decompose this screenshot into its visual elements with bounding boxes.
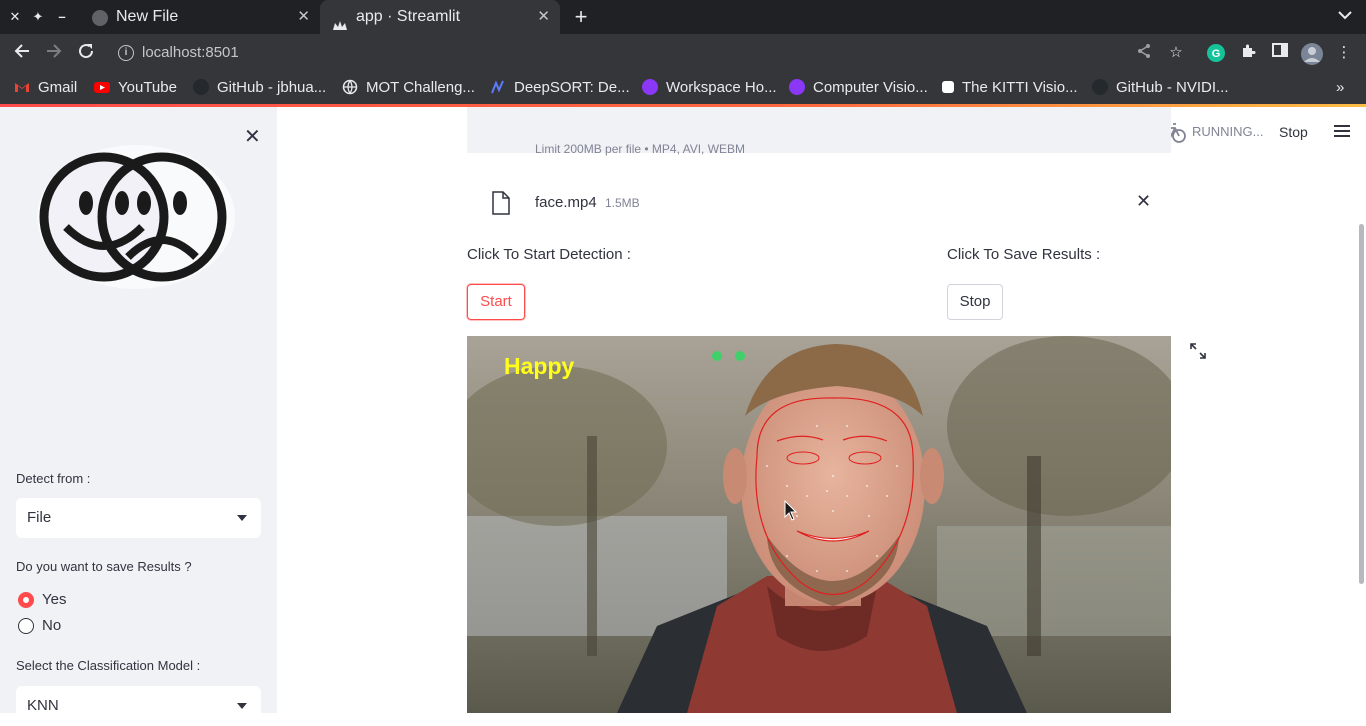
classification-model-select[interactable]: KNN — [16, 686, 261, 726]
tab-title: New File — [116, 8, 179, 25]
bookmark-label: MOT Challeng... — [366, 79, 475, 96]
header-stop-button[interactable]: Stop — [1279, 124, 1308, 140]
reload-icon[interactable] — [75, 42, 97, 64]
back-icon[interactable] — [11, 42, 33, 64]
uploaded-file-name: face.mp4 — [535, 194, 597, 211]
tab-search-icon[interactable] — [1338, 7, 1352, 23]
bookmark-label: Computer Visio... — [813, 79, 928, 96]
forward-icon[interactable] — [43, 42, 65, 64]
new-tab-icon[interactable]: + — [570, 4, 592, 30]
radio-unselected-icon — [18, 618, 34, 634]
save-results-column-label: Click To Save Results : — [947, 246, 1101, 263]
extensions-icon[interactable] — [1238, 43, 1258, 63]
url-text: localhost:8501 — [142, 44, 239, 61]
video-frame — [467, 336, 1171, 713]
bookmarks-bar: Gmail YouTube GitHub - jbhua... MOT Chal… — [0, 72, 1366, 104]
detect-from-label: Detect from : — [16, 471, 91, 486]
bookmark-label: GitHub - NVIDI... — [1116, 79, 1229, 96]
side-panel-icon[interactable] — [1270, 43, 1290, 63]
bookmark-deepsort[interactable]: DeepSORT: De... — [490, 78, 630, 98]
bookmark-label: DeepSORT: De... — [514, 79, 630, 96]
globe-icon — [342, 79, 358, 95]
bookmark-label: Gmail — [38, 79, 78, 96]
chevron-down-icon — [237, 703, 247, 709]
bookmark-gmail[interactable]: Gmail — [14, 78, 77, 98]
gmail-icon — [14, 79, 30, 95]
bookmark-computer-vision[interactable]: Computer Visio... — [789, 78, 928, 98]
github-icon — [1092, 79, 1108, 95]
upload-limit-hint: Limit 200MB per file • MP4, AVI, WEBM — [535, 142, 746, 156]
svg-text:G: G — [1212, 48, 1221, 60]
window-maximize-icon[interactable]: ✦ — [30, 9, 46, 25]
bookmark-label: Workspace Ho... — [666, 79, 777, 96]
browser-tab-bar: ✕ ✦ – New File ✕ app · Streamlit ✕ + — [0, 0, 1366, 34]
start-button[interactable]: Start — [467, 284, 525, 320]
github-icon — [193, 79, 209, 95]
mouse-cursor-icon — [784, 499, 798, 522]
bookmark-kitti[interactable]: The KITTI Visio... — [942, 78, 1078, 98]
stop-button[interactable]: Stop — [947, 284, 1003, 320]
tab-new-file[interactable]: New File ✕ — [80, 0, 320, 34]
tab-app-streamlit[interactable]: app · Streamlit ✕ — [320, 0, 560, 34]
browser-toolbar: i localhost:8501 ☆ G ⋮ — [0, 34, 1366, 72]
bookmark-label: YouTube — [118, 79, 177, 96]
github-icon — [92, 10, 108, 26]
emotion-logo-image — [36, 145, 236, 290]
uploaded-file-size: 1.5MB — [605, 196, 640, 210]
bookmark-github-jbhua[interactable]: GitHub - jbhua... — [193, 78, 326, 98]
tab-close-icon[interactable]: ✕ — [537, 0, 550, 34]
radio-label: No — [42, 617, 62, 634]
roboflow-icon — [789, 79, 805, 95]
youtube-icon — [94, 79, 110, 95]
page-scrollbar[interactable] — [1359, 224, 1364, 584]
radio-selected-icon — [18, 592, 34, 608]
grammarly-icon[interactable]: G — [1206, 43, 1226, 63]
paperswithcode-icon — [490, 79, 506, 95]
site-info-icon[interactable]: i — [118, 45, 134, 61]
kitti-icon — [942, 81, 954, 93]
tab-title: app · Streamlit — [356, 8, 461, 25]
save-results-label: Do you want to save Results ? — [16, 559, 192, 574]
bookmark-github-nvidia[interactable]: GitHub - NVIDI... — [1092, 78, 1229, 98]
tab-close-icon[interactable]: ✕ — [297, 0, 310, 34]
classification-model-value: KNN — [27, 697, 59, 714]
start-detection-label: Click To Start Detection : — [467, 246, 631, 263]
window-close-icon[interactable]: ✕ — [7, 9, 23, 25]
remove-file-icon[interactable]: ✕ — [1136, 191, 1151, 212]
bookmarks-overflow-icon[interactable]: » — [1336, 78, 1344, 98]
main-menu-icon[interactable] — [1334, 125, 1350, 140]
running-status: RUNNING... — [1192, 124, 1264, 139]
streamlit-crown-icon — [332, 11, 348, 30]
share-icon[interactable] — [1134, 43, 1154, 63]
bookmark-star-icon[interactable]: ☆ — [1166, 43, 1186, 63]
bookmark-workspace[interactable]: Workspace Ho... — [642, 78, 777, 98]
profile-avatar[interactable] — [1301, 43, 1323, 65]
emotion-label: Happy — [504, 353, 575, 379]
bookmark-label: GitHub - jbhua... — [217, 79, 327, 96]
detect-from-select[interactable]: File — [16, 498, 261, 538]
roboflow-icon — [642, 79, 658, 95]
fullscreen-icon[interactable] — [1189, 342, 1207, 360]
classification-model-label: Select the Classification Model : — [16, 658, 201, 673]
radio-label: Yes — [42, 591, 67, 608]
address-bar[interactable]: i localhost:8501 — [106, 38, 1200, 68]
detect-from-value: File — [27, 509, 52, 526]
window-minimize-icon[interactable]: – — [54, 9, 70, 25]
bookmark-mot-challenge[interactable]: MOT Challeng... — [342, 78, 475, 98]
file-icon — [492, 191, 510, 215]
file-dropzone[interactable]: Limit 200MB per file • MP4, AVI, WEBM — [467, 107, 1171, 156]
bookmark-label: The KITTI Visio... — [962, 79, 1078, 96]
more-menu-icon[interactable]: ⋮ — [1334, 43, 1354, 63]
chevron-down-icon — [237, 515, 247, 521]
bookmark-youtube[interactable]: YouTube — [94, 78, 177, 98]
sidebar-close-icon[interactable]: ✕ — [244, 124, 261, 149]
